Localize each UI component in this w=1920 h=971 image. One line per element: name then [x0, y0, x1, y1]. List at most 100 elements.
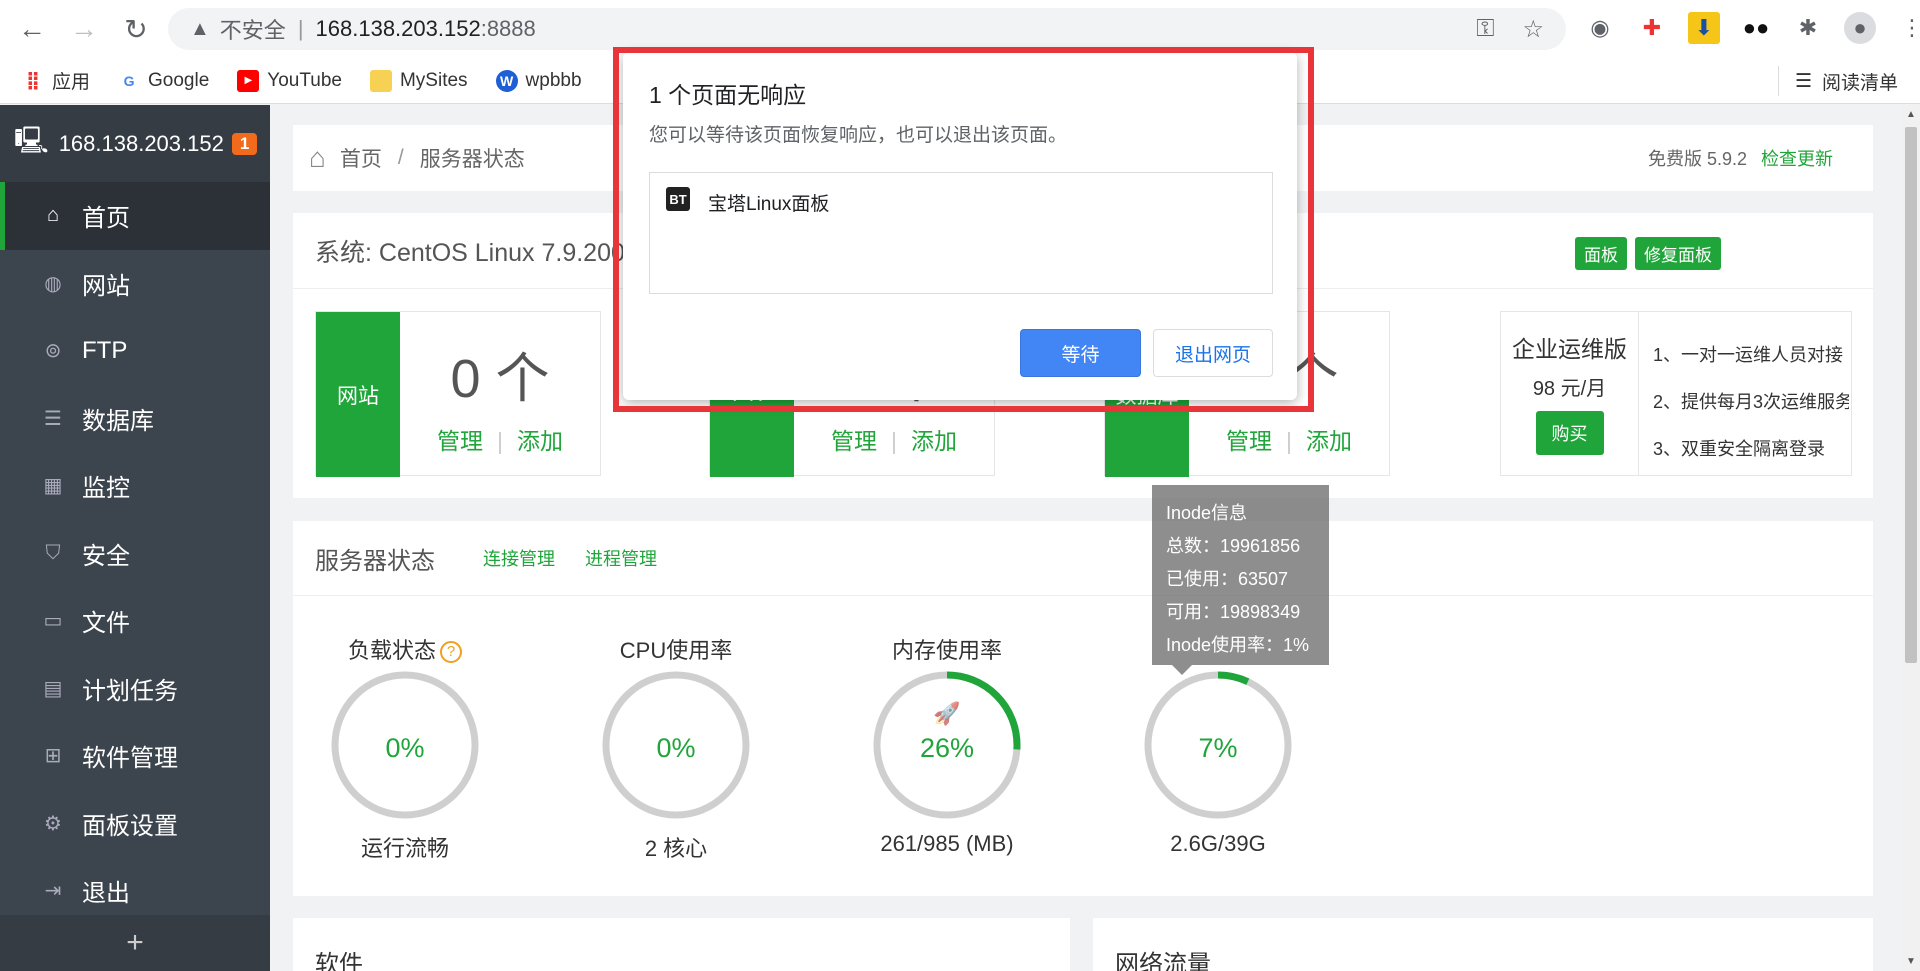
gauge-caption: 运行流畅 [360, 836, 449, 861]
home-icon[interactable]: ⌂ [309, 142, 326, 174]
apps-grid-icon: ⣿ [25, 70, 41, 90]
reload-icon[interactable]: ↻ [116, 9, 156, 49]
menu-icon[interactable]: ⋮ [1896, 12, 1920, 44]
gauge-value: 0% [385, 733, 425, 763]
camera-icon[interactable]: ◉ [1584, 12, 1616, 44]
back-icon[interactable]: ← [12, 9, 52, 49]
check-update-link[interactable]: 检查更新 [1761, 149, 1833, 169]
sidebar: 🖳 168.138.203.152 1 ⌂ 首页 ◍ 网站 ⊚ FTP ☰ 数据库 ▦ 监… [0, 105, 270, 971]
download-icon[interactable]: ⬇ [1688, 12, 1720, 44]
key-icon[interactable]: ⚿ [1476, 15, 1494, 44]
breadcrumb-home[interactable]: 首页 [340, 143, 382, 173]
bookmark-apps[interactable]: ⣿ 应用 [22, 67, 90, 94]
folder-icon [369, 69, 392, 92]
add-button[interactable]: + [0, 915, 270, 971]
connection-manage-link[interactable]: 连接管理 [483, 545, 555, 571]
bookmark-mysites[interactable]: MySites [369, 69, 468, 92]
scrollbar-thumb[interactable] [1905, 127, 1917, 663]
bookmark-wpbbb[interactable]: Wwpbbb [495, 69, 582, 92]
rocket-icon[interactable]: 🚀 [847, 701, 1047, 727]
enterprise-title: 企业运维版 [1512, 336, 1627, 362]
sidebar-item-files[interactable]: ▭ 文件 [0, 587, 270, 655]
sidebar-item-software[interactable]: ⊞ 软件管理 [0, 722, 270, 790]
enterprise-price: 98 元/月 [1532, 378, 1607, 400]
repair-panel-button[interactable]: 修复面板 [1635, 237, 1721, 270]
notification-badge[interactable]: 1 [231, 132, 258, 155]
warning-icon[interactable]: ▲ [190, 18, 210, 41]
tooltip-free: 可用：19898349 [1166, 602, 1301, 622]
sidebar-item-label: 文件 [82, 610, 130, 638]
sidebar-item-cron[interactable]: ▤ 计划任务 [0, 655, 270, 723]
load-gauge[interactable]: 负载状态? 0% 运行流畅 [305, 633, 505, 863]
reading-list-label: 阅读清单 [1821, 72, 1898, 94]
bookmark-label: MySites [399, 69, 468, 91]
scroll-up-icon[interactable]: ▲ [1906, 109, 1916, 120]
buy-button[interactable]: 购买 [1535, 411, 1604, 455]
bookmark-label: wpbbb [525, 69, 582, 91]
scroll-down-icon[interactable]: ▼ [1906, 956, 1916, 967]
process-manage-link[interactable]: 进程管理 [585, 545, 657, 571]
forward-icon[interactable]: → [64, 9, 104, 49]
link-divider: | [1286, 428, 1292, 454]
inode-tooltip: Inode信息 总数：19961856 已使用：63507 可用：1989834… [1152, 485, 1329, 675]
sidebar-item-database[interactable]: ☰ 数据库 [0, 385, 270, 453]
reading-list[interactable]: ☰ 阅读清单 [1777, 66, 1898, 96]
sidebar-item-label: 安全 [82, 542, 130, 570]
sidebar-item-website[interactable]: ◍ 网站 [0, 250, 270, 318]
manage-link[interactable]: 管理 [437, 428, 483, 454]
google-icon: G [123, 72, 135, 89]
sidebar-item-monitor[interactable]: ▦ 监控 [0, 452, 270, 520]
cpu-gauge[interactable]: CPU使用率 0% 2 核心 [576, 633, 776, 863]
breadcrumb-separator: / [397, 146, 404, 169]
version-info: 免费版 5.9.2 检查更新 [1648, 145, 1833, 171]
star-icon[interactable]: ☆ [1522, 15, 1544, 44]
stat-tag: 网站 [316, 312, 400, 477]
gauge-value: 0% [656, 733, 696, 763]
bookmark-google[interactable]: G Google [118, 70, 210, 92]
sidebar-item-ftp[interactable]: ⊚ FTP [0, 317, 270, 385]
gauge-caption: 2 核心 [644, 836, 708, 861]
sidebar-item-home[interactable]: ⌂ 首页 [0, 182, 270, 250]
sidebar-item-label: 监控 [82, 475, 130, 503]
link-divider: | [891, 428, 897, 454]
panel-button[interactable]: 面板 [1575, 237, 1627, 270]
sidebar-item-label: 软件管理 [82, 745, 178, 773]
extension-color-icon[interactable]: ✚ [1636, 12, 1668, 44]
sidebar-item-label: 退出 [82, 880, 130, 908]
disk-gauge[interactable]: 7% 2.6G/39G [1118, 633, 1318, 857]
tooltip-rate: Inode使用率：1% [1166, 635, 1310, 655]
gauge-title: 内存使用率 [891, 638, 1002, 663]
add-link[interactable]: 添加 [517, 428, 563, 454]
help-icon[interactable]: ? [440, 641, 462, 664]
enterprise-feature: 2、提供每月3次运维服务 [1653, 392, 1849, 412]
add-link[interactable]: 添加 [1306, 428, 1352, 454]
version-label: 免费版 5.9.2 [1647, 149, 1747, 169]
website-stat-box: 网站 0 个 管理 | 添加 [315, 311, 601, 477]
bookmark-label: YouTube [267, 69, 342, 91]
manage-link[interactable]: 管理 [1226, 428, 1272, 454]
insecure-label[interactable]: 不安全 [220, 13, 286, 45]
memory-gauge[interactable]: 内存使用率 26% 261/985 (MB) 🚀 [847, 633, 1047, 857]
puzzle-icon[interactable]: ✱ [1792, 12, 1824, 44]
bookmark-youtube[interactable]: ▶ YouTube [237, 69, 342, 92]
address-bar[interactable]: ▲ 不安全 | 168.138.203.152:8888 ⚿ ☆ [168, 8, 1566, 50]
profile-icon[interactable]: ● [1844, 12, 1876, 44]
separator: | [297, 16, 304, 41]
sidebar-item-label: FTP [82, 336, 128, 364]
apps-icon: ⊞ [44, 745, 62, 768]
add-link[interactable]: 添加 [911, 428, 957, 454]
enterprise-feature: 3、双重安全隔离登录 [1653, 439, 1826, 459]
sidebar-item-security[interactable]: ⛉ 安全 [0, 520, 270, 588]
manage-link[interactable]: 管理 [831, 428, 877, 454]
network-section-title: 网络流量 [1093, 918, 1873, 971]
gauge-title: CPU使用率 [619, 638, 733, 663]
tampermonkey-icon[interactable]: ●● [1740, 12, 1772, 44]
highlight-box [613, 47, 1314, 412]
reading-list-icon: ☰ [1794, 70, 1812, 92]
server-status-title: 服务器状态 [315, 547, 435, 575]
page-scrollbar[interactable]: ▲ ▼ [1902, 105, 1920, 971]
sidebar-item-settings[interactable]: ⚙ 面板设置 [0, 790, 270, 858]
server-status-header: 服务器状态 连接管理 进程管理 [293, 521, 1873, 596]
sidebar-item-label: 首页 [82, 205, 130, 233]
gauge-caption: 2.6G/39G [1170, 831, 1266, 856]
